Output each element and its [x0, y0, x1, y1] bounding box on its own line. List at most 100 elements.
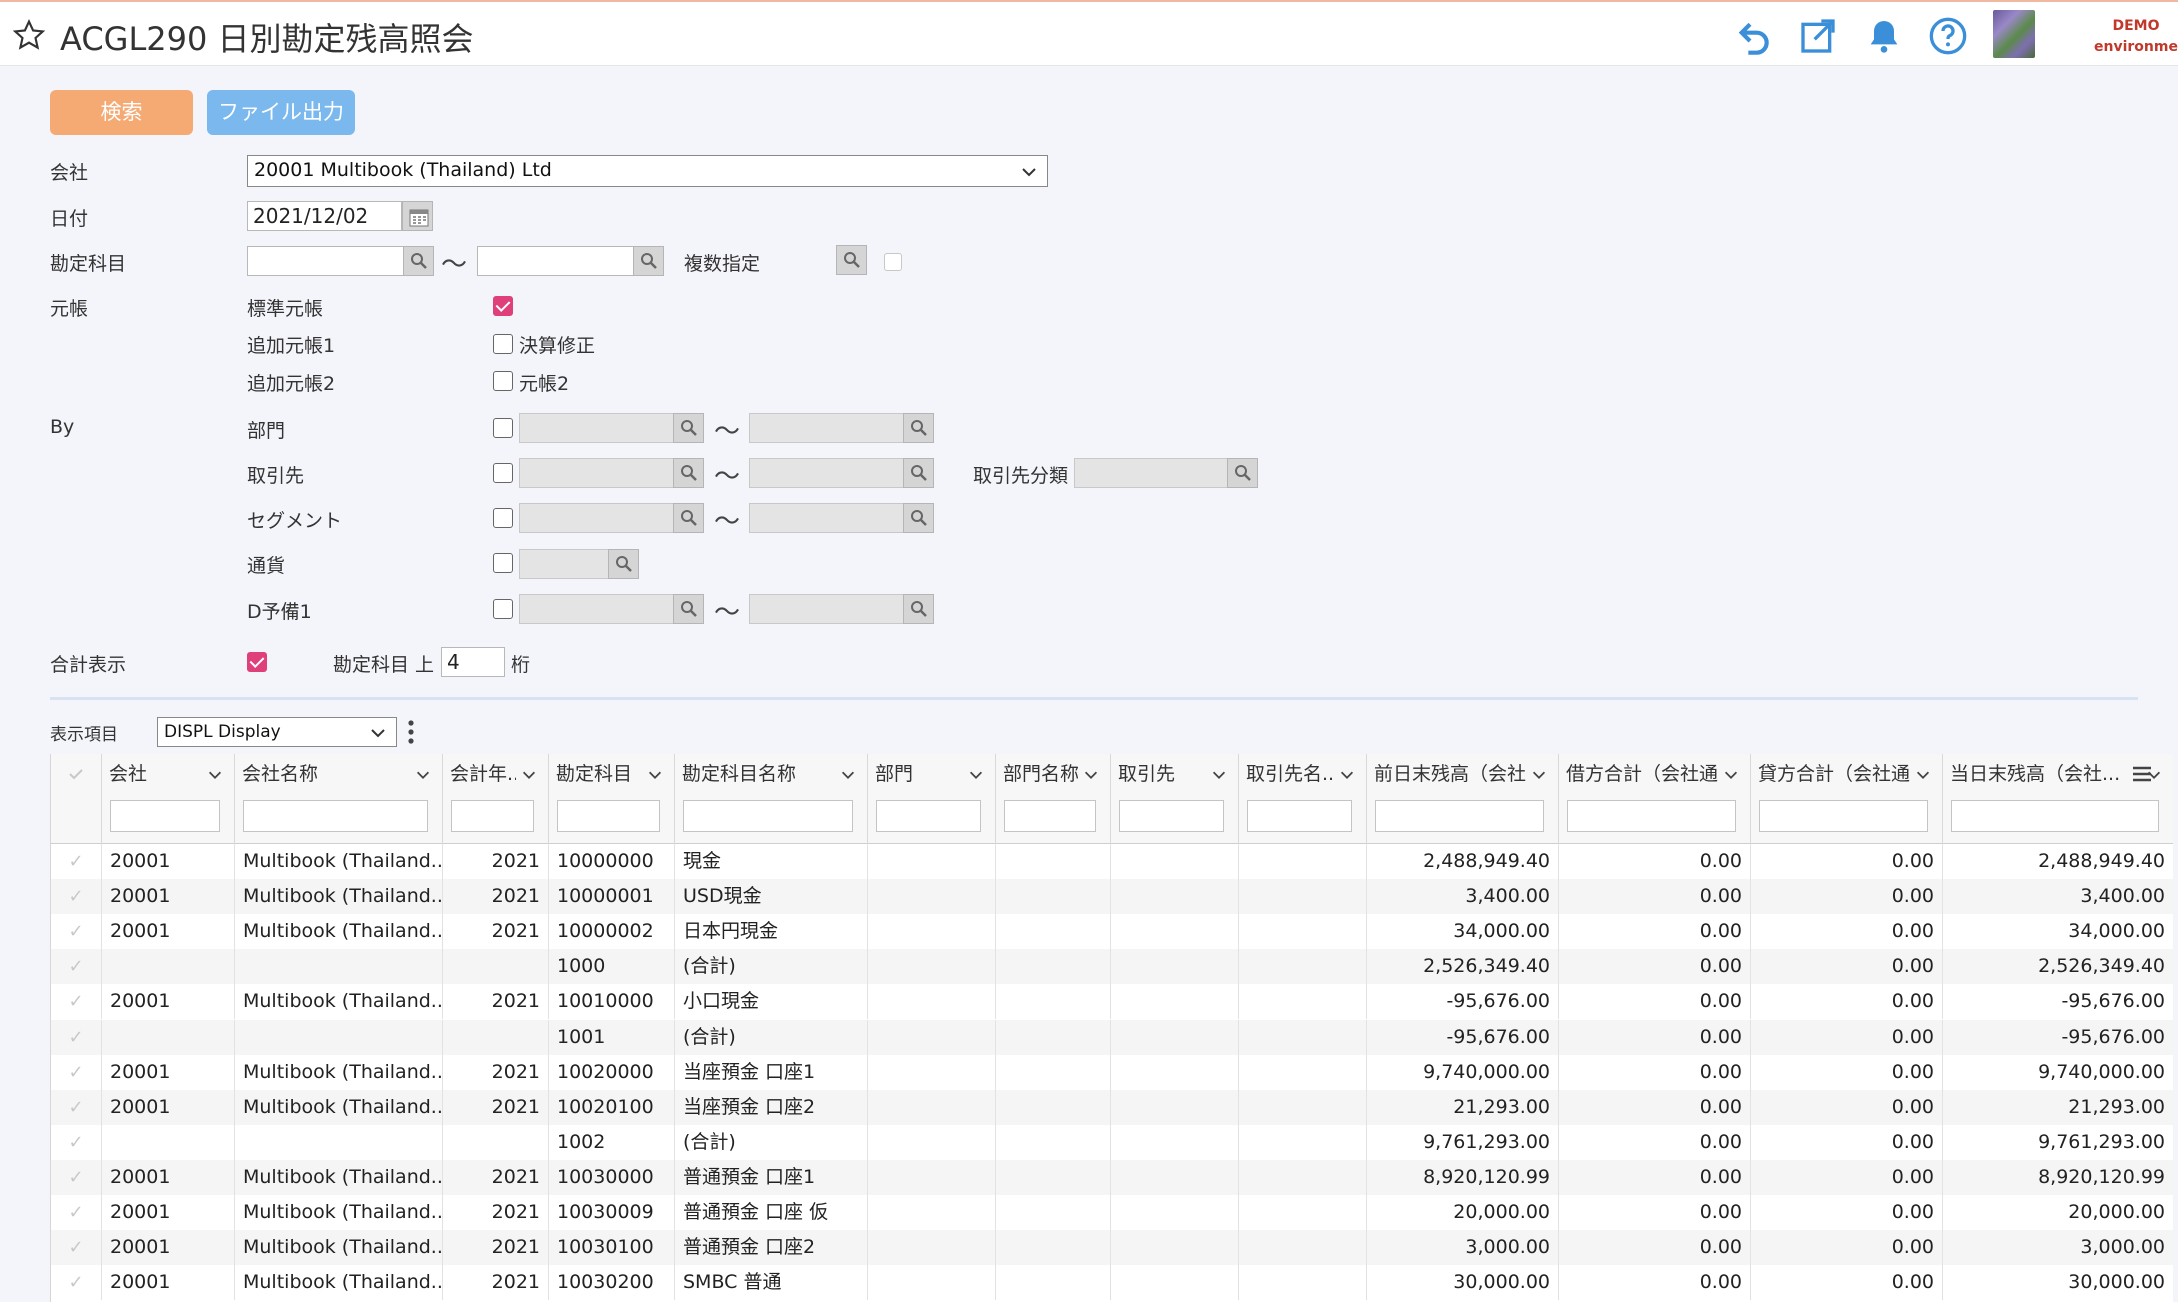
column-filter-input[interactable]	[110, 800, 220, 832]
table-row[interactable]: ✓ 1002 (合計) 9,761,293.00 0.00 0.00 9,761,293.0…	[51, 1124, 2173, 1160]
dept-from-input[interactable]	[519, 413, 676, 443]
partner-from-input[interactable]	[519, 458, 676, 488]
table-row[interactable]: ✓ 20001 Multibook (Thailand... 2021 10030000…	[51, 1159, 2173, 1195]
account-from-input[interactable]	[247, 246, 404, 276]
dept-from-lookup[interactable]	[673, 413, 704, 443]
dept-checkbox[interactable]	[493, 418, 513, 438]
column-header[interactable]: 会社名称	[235, 754, 443, 844]
undo-icon[interactable]	[1735, 16, 1775, 56]
multi-select-lookup[interactable]	[836, 245, 867, 275]
column-header[interactable]: 部門名称...	[996, 754, 1111, 844]
row-check-icon[interactable]: ✓	[51, 1265, 102, 1301]
partner-class-input[interactable]	[1074, 458, 1229, 488]
column-filter-input[interactable]	[1567, 800, 1736, 832]
bell-icon[interactable]	[1864, 16, 1904, 56]
table-row[interactable]: ✓ 20001 Multibook (Thailand... 2021 10030009…	[51, 1195, 2173, 1230]
help-icon[interactable]	[1928, 16, 1968, 56]
segment-to-lookup[interactable]	[903, 503, 934, 533]
row-check-icon[interactable]: ✓	[51, 1089, 102, 1125]
table-row[interactable]: ✓ 20001 Multibook (Thailand... 2021 10010000…	[51, 984, 2173, 1020]
column-filter-input[interactable]	[451, 800, 534, 832]
chevron-down-icon[interactable]	[967, 766, 985, 784]
row-check-icon[interactable]: ✓	[51, 879, 102, 915]
external-link-icon[interactable]	[1798, 16, 1838, 56]
chevron-down-icon[interactable]	[1210, 766, 1228, 784]
star-icon[interactable]	[12, 18, 46, 52]
currency-checkbox[interactable]	[493, 553, 513, 573]
total-display-checkbox[interactable]	[247, 652, 267, 672]
account-to-lookup[interactable]	[633, 246, 664, 276]
row-check-icon[interactable]: ✓	[51, 984, 102, 1020]
column-header[interactable]: 前日末残高（会社...	[1367, 754, 1559, 844]
column-filter-input[interactable]	[557, 800, 660, 832]
column-header[interactable]: 取引先名...	[1239, 754, 1367, 844]
table-row[interactable]: ✓ 20001 Multibook (Thailand... 2021 10000001…	[51, 879, 2173, 915]
column-filter-input[interactable]	[1119, 800, 1224, 832]
digits-input[interactable]: 4	[441, 647, 505, 677]
search-button[interactable]: 検索	[50, 90, 193, 135]
row-check-icon[interactable]: ✓	[51, 844, 102, 879]
select-all-cell[interactable]	[51, 754, 102, 844]
partner-from-lookup[interactable]	[673, 458, 704, 488]
segment-checkbox[interactable]	[493, 508, 513, 528]
date-input[interactable]: 2021/12/02	[247, 201, 402, 231]
row-check-icon[interactable]: ✓	[51, 1019, 102, 1055]
account-from-lookup[interactable]	[403, 246, 434, 276]
column-filter-input[interactable]	[1375, 800, 1544, 832]
file-export-button[interactable]: ファイル出力	[207, 90, 355, 135]
partner-class-lookup[interactable]	[1227, 458, 1258, 488]
dspare1-from-lookup[interactable]	[673, 594, 704, 624]
dept-to-lookup[interactable]	[903, 413, 934, 443]
column-header[interactable]: 部門	[868, 754, 996, 844]
segment-from-lookup[interactable]	[673, 503, 704, 533]
chevron-down-icon[interactable]	[646, 766, 664, 784]
table-row[interactable]: ✓ 1000 (合計) 2,526,349.40 0.00 0.00 2,526,349.4…	[51, 949, 2173, 985]
chevron-down-icon[interactable]	[206, 766, 224, 784]
avatar[interactable]	[1993, 10, 2035, 58]
currency-lookup[interactable]	[608, 549, 639, 579]
row-check-icon[interactable]: ✓	[51, 1124, 102, 1160]
multi-select-checkbox[interactable]	[884, 253, 902, 271]
table-row[interactable]: ✓ 20001 Multibook (Thailand... 2021 10030200…	[51, 1265, 2173, 1301]
closing-adjust-checkbox[interactable]	[493, 334, 513, 354]
chevron-down-icon[interactable]	[1530, 766, 1548, 784]
column-filter-input[interactable]	[1004, 800, 1096, 832]
table-row[interactable]: ✓ 20001 Multibook (Thailand... 2021 10020100…	[51, 1089, 2173, 1125]
chevron-down-icon[interactable]	[1082, 766, 1100, 784]
column-filter-input[interactable]	[683, 800, 853, 832]
chevron-down-icon[interactable]	[1914, 766, 1932, 784]
row-check-icon[interactable]: ✓	[51, 1230, 102, 1266]
chevron-down-icon[interactable]	[414, 766, 432, 784]
column-header[interactable]: 会計年...	[443, 754, 549, 844]
row-check-icon[interactable]: ✓	[51, 914, 102, 950]
column-filter-input[interactable]	[1951, 800, 2159, 832]
column-filter-input[interactable]	[876, 800, 981, 832]
column-header[interactable]: 取引先	[1111, 754, 1239, 844]
dspare1-from-input[interactable]	[519, 594, 676, 624]
table-row[interactable]: ✓ 1001 (合計) -95,676.00 0.00 0.00 -95,676.00	[51, 1019, 2173, 1055]
partner-to-lookup[interactable]	[903, 458, 934, 488]
column-header[interactable]: 勘定科目	[549, 754, 675, 844]
row-check-icon[interactable]: ✓	[51, 1195, 102, 1230]
display-item-select[interactable]: DISPL Display	[157, 717, 397, 747]
company-select[interactable]: 20001 Multibook (Thailand) Ltd	[247, 155, 1048, 187]
segment-to-input[interactable]	[749, 503, 906, 533]
table-row[interactable]: ✓ 20001 Multibook (Thailand... 2021 10000000…	[51, 844, 2173, 879]
dspare1-to-input[interactable]	[749, 594, 906, 624]
dept-to-input[interactable]	[749, 413, 906, 443]
column-filter-input[interactable]	[1247, 800, 1352, 832]
dspare1-checkbox[interactable]	[493, 599, 513, 619]
std-ledger-checkbox[interactable]	[493, 296, 513, 316]
calendar-button[interactable]	[402, 201, 433, 231]
dspare1-to-lookup[interactable]	[903, 594, 934, 624]
table-row[interactable]: ✓ 20001 Multibook (Thailand... 2021 10030100…	[51, 1230, 2173, 1266]
chevron-down-icon[interactable]	[839, 766, 857, 784]
kebab-menu-icon[interactable]	[406, 718, 416, 746]
chevron-down-icon[interactable]	[1722, 766, 1740, 784]
segment-from-input[interactable]	[519, 503, 676, 533]
chevron-down-icon[interactable]	[1338, 766, 1356, 784]
ledger2-checkbox[interactable]	[493, 371, 513, 391]
column-header[interactable]: 勘定科目名称	[675, 754, 868, 844]
account-to-input[interactable]	[477, 246, 634, 276]
chevron-down-icon[interactable]	[520, 766, 538, 784]
